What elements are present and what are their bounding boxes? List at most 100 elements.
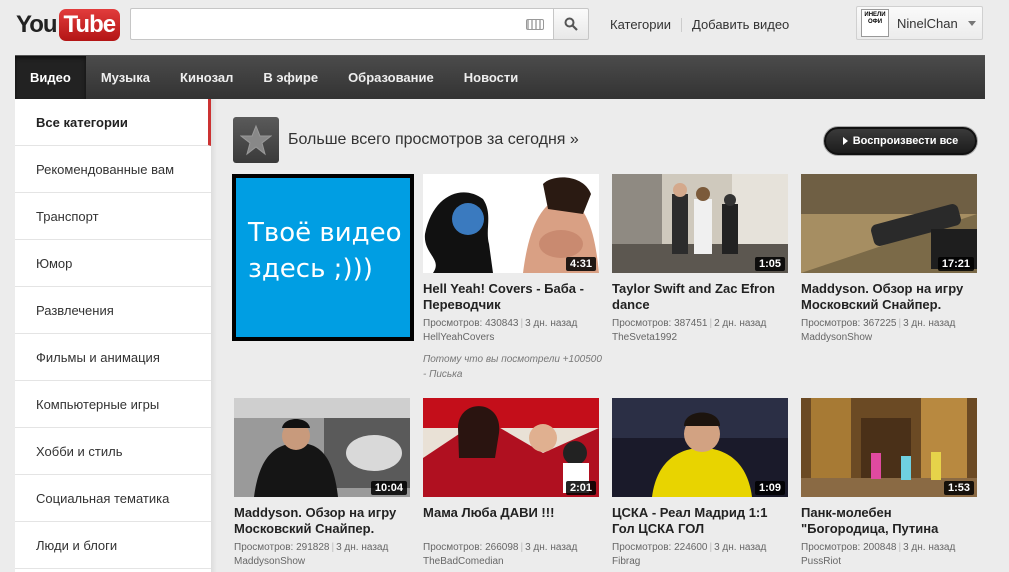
video-thumbnail[interactable]: 2:01 [423,398,599,497]
user-menu[interactable]: ИНЕЛИ ОФИ NinelChan [856,6,983,40]
sidebar-divider [211,99,217,572]
sidebar-item-hobby[interactable]: Хобби и стиль [15,428,211,475]
username: NinelChan [897,15,958,31]
tab-cinema[interactable]: Кинозал [165,56,248,100]
tab-news[interactable]: Новости [449,56,534,100]
channel-name[interactable]: TheSveta1992 [612,331,792,344]
sidebar-item-transport[interactable]: Транспорт [15,193,211,240]
upload-video-link[interactable]: Добавить видео [692,17,789,32]
video-duration: 1:53 [943,481,974,495]
video-thumbnail[interactable]: 1:53 [801,398,977,497]
video-duration: 1:05 [754,257,785,271]
upload-age: 2 дн. назад [714,318,767,329]
video-card[interactable]: 1:09 ЦСКА - Реал Мадрид 1:1 Гол ЦСКА ГОЛ… [612,398,792,568]
view-count: 291828 [296,542,330,553]
video-duration: 17:21 [937,257,974,271]
view-count: 430843 [485,318,519,329]
star-icon [233,117,279,163]
keyboard-icon[interactable] [526,19,544,30]
promo-tile[interactable]: Твоё видео здесь ;))) [232,174,414,341]
play-all-label: Воспроизвести все [852,135,959,147]
masthead: You Tube Категории Добавить видео ИНЕЛИ … [0,0,1009,52]
view-count: 387451 [674,318,708,329]
video-title[interactable]: Панк-молебен "Богородица, Путина [801,505,981,537]
views-label: Просмотров: [612,318,672,329]
upload-age: 3 дн. назад [714,542,767,553]
video-card[interactable]: 2:01 Мама Люба ДАВИ !!! Просмотров: 2660… [423,398,603,568]
video-title[interactable]: ЦСКА - Реал Мадрид 1:1 Гол ЦСКА ГОЛ [612,505,792,537]
video-meta: Просмотров: 291828 | 3 дн. назад [234,542,389,553]
tab-education[interactable]: Образование [333,56,449,100]
video-meta: Просмотров: 367225 | 3 дн. назад [801,318,956,329]
sidebar-item-people[interactable]: Люди и блоги [15,522,211,569]
search-icon [564,17,578,31]
header-links: Категории Добавить видео [610,17,789,32]
channel-name[interactable]: Fibrag [612,555,792,568]
channel-name[interactable]: PussRiot [801,555,981,568]
video-meta: Просмотров: 387451 | 2 дн. назад [612,318,767,329]
view-count: 200848 [863,542,897,553]
channel-name[interactable]: TheBadComedian [423,555,603,568]
view-count: 367225 [863,318,897,329]
video-card[interactable]: 1:53 Панк-молебен "Богородица, Путина Пр… [801,398,981,568]
views-label: Просмотров: [612,542,672,553]
search-input[interactable] [131,9,511,39]
video-duration: 10:04 [370,481,407,495]
video-title[interactable]: Maddyson. Обзор на игру Московский Снайп… [234,505,414,537]
video-meta: Просмотров: 200848 | 3 дн. назад [801,542,956,553]
link-divider [681,17,682,32]
search-button[interactable] [553,8,589,40]
views-label: Просмотров: [423,318,483,329]
video-title[interactable]: Taylor Swift and Zac Efron dance [612,281,792,313]
categories-link[interactable]: Категории [610,17,671,32]
video-thumbnail[interactable]: 1:05 [612,174,788,273]
tab-video[interactable]: Видео [15,56,86,100]
video-title[interactable]: Maddyson. Обзор на игру Московский Снайп… [801,281,981,313]
upload-age: 3 дн. назад [525,318,578,329]
upload-age: 3 дн. назад [525,542,578,553]
channel-name[interactable]: MaddysonShow [234,555,414,568]
sidebar-item-recommended[interactable]: Рекомендованные вам [15,146,211,193]
youtube-logo[interactable]: You Tube [16,8,121,42]
upload-age: 3 дн. назад [903,318,956,329]
logo-tube-text: Tube [58,9,121,41]
sidebar-item-all[interactable]: Все категории [15,99,211,146]
video-duration: 4:31 [565,257,596,271]
video-title[interactable]: Мама Люба ДАВИ !!! [423,505,603,537]
video-card[interactable]: 1:05 Taylor Swift and Zac Efron dance Пр… [612,174,792,344]
avatar: ИНЕЛИ ОФИ [861,9,889,37]
feed-title-link[interactable]: Больше всего просмотров за сегодня » [288,131,579,149]
sidebar-item-social[interactable]: Социальная тематика [15,475,211,522]
promo-text: Твоё видео здесь ;))) [236,178,410,337]
sidebar-item-humor[interactable]: Юмор [15,240,211,287]
feed-header: Больше всего просмотров за сегодня » [233,117,579,163]
sidebar-item-entertainment[interactable]: Развлечения [15,287,211,334]
video-title[interactable]: Hell Yeah! Covers - Баба - Переводчик [423,281,603,313]
upload-age: 3 дн. назад [336,542,389,553]
video-thumbnail[interactable]: 4:31 [423,174,599,273]
upload-age: 3 дн. назад [903,542,956,553]
tab-music[interactable]: Музыка [86,56,165,100]
sidebar-item-film[interactable]: Фильмы и анимация [15,334,211,381]
sidebar-item-games[interactable]: Компьютерные игры [15,381,211,428]
video-thumbnail[interactable]: 10:04 [234,398,410,497]
video-card[interactable]: 17:21 Maddyson. Обзор на игру Московский… [801,174,981,344]
tab-live[interactable]: В эфире [248,56,333,100]
video-duration: 2:01 [565,481,596,495]
view-count: 266098 [485,542,519,553]
video-meta: Просмотров: 266098 | 3 дн. назад [423,542,578,553]
recommendation-reason: Потому что вы посмотрели +100500 - Письк… [423,354,602,380]
play-all-button[interactable]: Воспроизвести все [824,127,977,155]
views-label: Просмотров: [423,542,483,553]
view-count: 224600 [674,542,708,553]
category-sidebar: Все категории Рекомендованные вам Трансп… [15,99,211,572]
video-card[interactable]: 4:31 Hell Yeah! Covers - Баба - Переводч… [423,174,603,382]
views-label: Просмотров: [801,318,861,329]
video-card[interactable]: 10:04 Maddyson. Обзор на игру Московский… [234,398,414,568]
video-thumbnail[interactable]: 17:21 [801,174,977,273]
video-thumbnail[interactable]: 1:09 [612,398,788,497]
channel-name[interactable]: HellYeahCovers [423,331,603,344]
guide-nav-bar: Видео Музыка Кинозал В эфире Образование… [15,55,985,100]
views-label: Просмотров: [234,542,294,553]
channel-name[interactable]: MaddysonShow [801,331,981,344]
